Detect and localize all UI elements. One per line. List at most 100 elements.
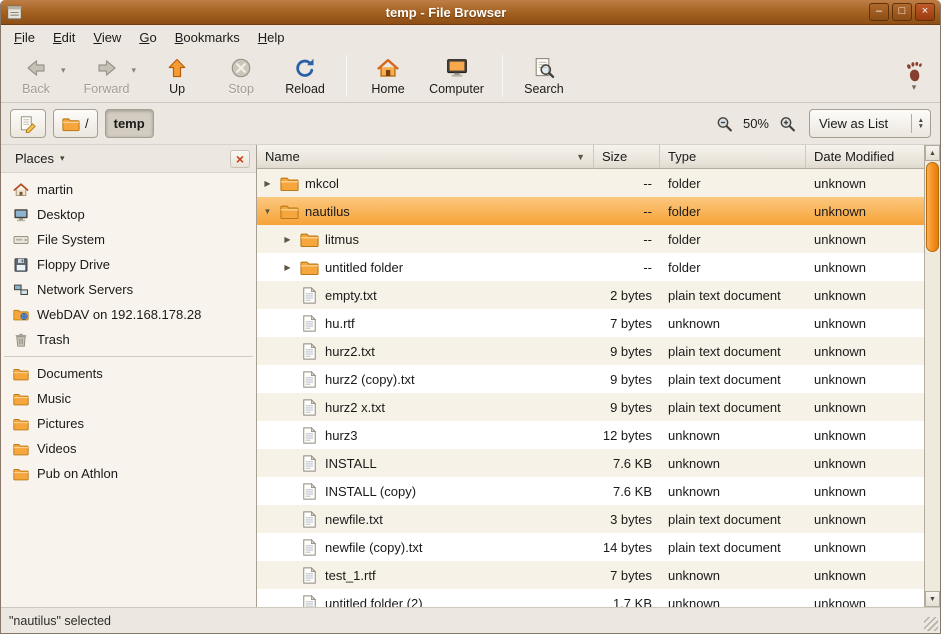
- file-type: folder: [660, 176, 806, 191]
- toolbar-button-back[interactable]: Back ▾: [9, 54, 70, 98]
- maximize-button[interactable]: □: [892, 3, 912, 21]
- menu-bookmarks[interactable]: Bookmarks: [166, 27, 249, 48]
- file-size: 7.6 KB: [594, 456, 660, 471]
- close-sidebar-button[interactable]: ×: [230, 150, 250, 168]
- file-row-hu-rtf[interactable]: hu.rtf 7 bytes unknown unknown: [257, 309, 924, 337]
- menu-help[interactable]: Help: [249, 27, 294, 48]
- toolbar-button-stop[interactable]: Stop: [214, 54, 268, 98]
- column-header-type[interactable]: Type: [660, 145, 806, 169]
- file-size: 9 bytes: [594, 344, 660, 359]
- vertical-scrollbar: ▲ ▼: [924, 145, 940, 607]
- scroll-up-button[interactable]: ▲: [925, 145, 940, 161]
- window-icon: [6, 4, 23, 21]
- sidebar-item-documents[interactable]: Documents: [1, 361, 256, 386]
- gnome-menu-button[interactable]: ▾: [902, 60, 926, 91]
- file-date-modified: unknown: [806, 372, 924, 387]
- file-name: untitled folder (2): [325, 596, 423, 608]
- sidebar-item-file-system[interactable]: File System: [1, 227, 256, 252]
- file-row-install-copy[interactable]: INSTALL (copy) 7.6 KB unknown unknown: [257, 477, 924, 505]
- text-file-icon: [300, 567, 319, 584]
- file-name: hu.rtf: [325, 316, 355, 331]
- file-row-newfile-copy-txt[interactable]: newfile (copy).txt 14 bytes plain text d…: [257, 533, 924, 561]
- text-file-icon: [300, 399, 319, 416]
- sidebar-item-music[interactable]: Music: [1, 386, 256, 411]
- file-row-nautilus[interactable]: ▼ nautilus -- folder unknown: [257, 197, 924, 225]
- expander-closed-icon[interactable]: ▶: [281, 235, 294, 244]
- toolbar-button-home[interactable]: Home: [361, 54, 415, 98]
- toggle-location-entry-button[interactable]: [10, 109, 46, 138]
- menu-file[interactable]: File: [5, 27, 44, 48]
- toolbar-button-computer[interactable]: Computer: [425, 54, 488, 98]
- file-date-modified: unknown: [806, 596, 924, 608]
- toolbar-button-search[interactable]: Search: [517, 54, 571, 98]
- file-row-untitled-folder[interactable]: ▶ untitled folder -- folder unknown: [257, 253, 924, 281]
- places-dropdown[interactable]: Places ▾: [7, 149, 73, 168]
- minimize-button[interactable]: –: [869, 3, 889, 21]
- toolbar-button-up[interactable]: Up: [150, 54, 204, 98]
- file-row-hurz2-x-txt[interactable]: hurz2 x.txt 9 bytes plain text document …: [257, 393, 924, 421]
- expander-closed-icon[interactable]: ▶: [261, 179, 274, 188]
- scrollbar-track[interactable]: [925, 161, 940, 591]
- column-header-size[interactable]: Size: [594, 145, 660, 169]
- folder-icon: [13, 466, 29, 482]
- resize-grip[interactable]: [924, 617, 938, 631]
- text-file-icon: [300, 315, 319, 332]
- file-name: INSTALL (copy): [325, 484, 416, 499]
- file-row-mkcol[interactable]: ▶ mkcol -- folder unknown: [257, 169, 924, 197]
- file-type: plain text document: [660, 512, 806, 527]
- titlebar[interactable]: temp - File Browser – □ ×: [1, 0, 940, 25]
- file-row-test-1-rtf[interactable]: test_1.rtf 7 bytes unknown unknown: [257, 561, 924, 589]
- file-date-modified: unknown: [806, 344, 924, 359]
- sidebar-item-webdav-on-192-168-178-28[interactable]: WebDAV on 192.168.178.28: [1, 302, 256, 327]
- file-row-empty-txt[interactable]: empty.txt 2 bytes plain text document un…: [257, 281, 924, 309]
- scroll-down-button[interactable]: ▼: [925, 591, 940, 607]
- zoom-out-button[interactable]: [716, 115, 733, 132]
- sidebar-item-desktop[interactable]: Desktop: [1, 202, 256, 227]
- file-row-install[interactable]: INSTALL 7.6 KB unknown unknown: [257, 449, 924, 477]
- file-row-hurz2-copy-txt[interactable]: hurz2 (copy).txt 9 bytes plain text docu…: [257, 365, 924, 393]
- sidebar-item-network-servers[interactable]: Network Servers: [1, 277, 256, 302]
- menu-view[interactable]: View: [84, 27, 130, 48]
- expander-closed-icon[interactable]: ▶: [281, 263, 294, 272]
- text-file-icon: [300, 539, 319, 556]
- file-row-hurz2-txt[interactable]: hurz2.txt 9 bytes plain text document un…: [257, 337, 924, 365]
- window-title: temp - File Browser: [28, 5, 864, 20]
- column-header-modified[interactable]: Date Modified: [806, 145, 924, 169]
- view-mode-dropdown[interactable]: View as List ▲ ▼: [809, 109, 931, 138]
- menu-go[interactable]: Go: [130, 27, 165, 48]
- folder-icon: [13, 366, 29, 382]
- zoom-in-button[interactable]: [779, 115, 796, 132]
- file-type: unknown: [660, 596, 806, 608]
- menu-edit[interactable]: Edit: [44, 27, 84, 48]
- file-row-litmus[interactable]: ▶ litmus -- folder unknown: [257, 225, 924, 253]
- file-size: 14 bytes: [594, 540, 660, 555]
- sidebar-item-videos[interactable]: Videos: [1, 436, 256, 461]
- file-row-hurz3[interactable]: hurz3 12 bytes unknown unknown: [257, 421, 924, 449]
- file-size: 3 bytes: [594, 512, 660, 527]
- file-date-modified: unknown: [806, 288, 924, 303]
- toolbar-button-forward[interactable]: Forward ▾: [80, 54, 141, 98]
- path-current-button[interactable]: temp: [105, 109, 154, 138]
- sidebar-item-trash[interactable]: Trash: [1, 327, 256, 352]
- text-file-icon: [300, 343, 319, 360]
- scrollbar-thumb[interactable]: [926, 162, 939, 252]
- sidebar-item-martin[interactable]: martin: [1, 177, 256, 202]
- column-header-name[interactable]: Name ▼: [257, 145, 594, 169]
- sidebar-item-floppy-drive[interactable]: Floppy Drive: [1, 252, 256, 277]
- chevron-down-icon: ▾: [912, 84, 917, 91]
- file-row-newfile-txt[interactable]: newfile.txt 3 bytes plain text document …: [257, 505, 924, 533]
- path-root-button[interactable]: /: [53, 109, 98, 138]
- file-type: unknown: [660, 316, 806, 331]
- expander-open-icon[interactable]: ▼: [261, 207, 274, 216]
- sidebar-item-pub-on-athlon[interactable]: Pub on Athlon: [1, 461, 256, 486]
- dropdown-spinner-icon: ▲ ▼: [911, 114, 924, 133]
- file-type: plain text document: [660, 344, 806, 359]
- file-row-untitled-folder-2[interactable]: untitled folder (2) 1.7 KB unknown unkno…: [257, 589, 924, 607]
- file-size: --: [594, 260, 660, 275]
- toolbar-button-reload[interactable]: Reload: [278, 54, 332, 98]
- sidebar-item-pictures[interactable]: Pictures: [1, 411, 256, 436]
- file-type: plain text document: [660, 540, 806, 555]
- close-button[interactable]: ×: [915, 3, 935, 21]
- text-file-icon: [300, 427, 319, 444]
- file-date-modified: unknown: [806, 260, 924, 275]
